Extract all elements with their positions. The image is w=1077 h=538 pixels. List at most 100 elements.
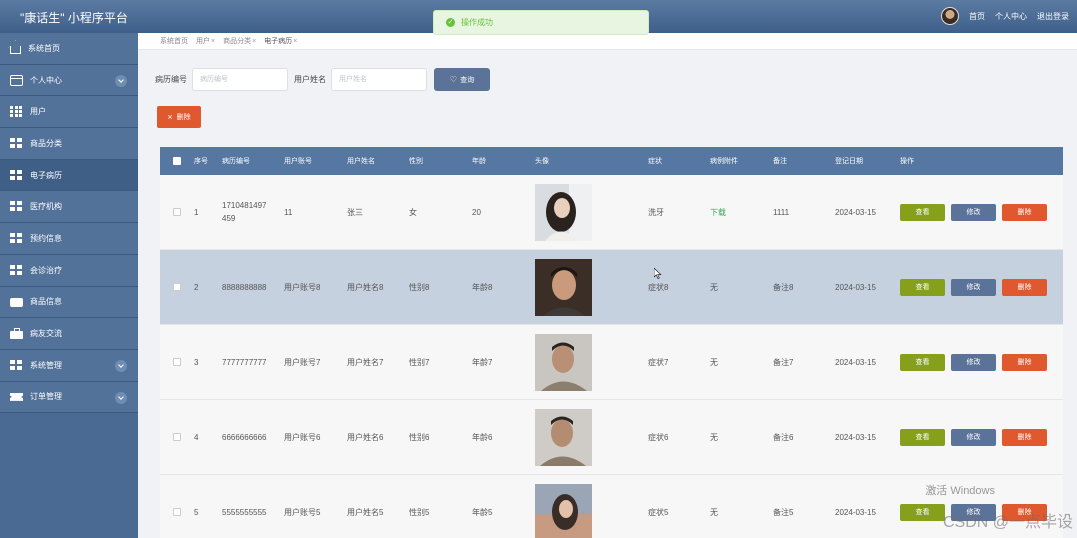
cell-date: 2024-03-15 <box>835 432 876 442</box>
tab-label: 系统首页 <box>160 38 188 45</box>
cell-symptom: 症状8 <box>648 282 669 292</box>
query-button[interactable]: ♡ 查询 <box>434 68 490 91</box>
column-header: 用户账号 <box>284 158 312 165</box>
sidebar-item-appointments[interactable]: 预约信息 <box>0 223 138 255</box>
close-icon[interactable]: × <box>293 38 297 45</box>
user-name-label: 用户姓名 <box>294 75 326 84</box>
sidebar-item-profile[interactable]: 个人中心 <box>0 64 138 97</box>
sidebar-item-consultation[interactable]: 会诊治疗 <box>0 254 138 287</box>
table-row[interactable]: 1 1710481497 459 11 张三 女 20 洗牙 下载 1111 20… <box>160 175 1063 250</box>
view-button[interactable]: 查看 <box>900 428 945 446</box>
cell-name: 用户姓名8 <box>347 282 384 292</box>
sidebar-item-label: 订单管理 <box>30 392 62 402</box>
sidebar-item-products[interactable]: 商品信息 <box>0 286 138 319</box>
record-id-input[interactable] <box>192 68 288 91</box>
cell-account: 用户账号8 <box>284 282 321 292</box>
edit-button[interactable]: 修改 <box>951 203 996 221</box>
edit-button[interactable]: 修改 <box>951 428 996 446</box>
watermark: 激活 Windows CSDN @一点毕设 <box>925 485 1073 532</box>
sidebar-item-community[interactable]: 病友交流 <box>0 318 138 350</box>
close-icon[interactable]: × <box>211 38 215 45</box>
sidebar-item-institutions[interactable]: 医疗机构 <box>0 191 138 224</box>
cell-note: 备注5 <box>773 507 794 517</box>
sidebar-item-home[interactable]: 系统首页 <box>0 33 138 65</box>
tab-home[interactable]: 系统首页 <box>160 36 188 46</box>
header-link-logout[interactable]: 退出登录 <box>1037 11 1069 22</box>
avatar-photo <box>535 408 592 466</box>
sidebar-item-label: 医疗机构 <box>30 202 62 212</box>
cell-attachment: 无 <box>710 507 718 517</box>
delete-button[interactable]: 删除 <box>1002 353 1047 371</box>
cell-attachment: 无 <box>710 432 718 442</box>
tab-label: 电子病历 <box>264 38 293 45</box>
cell-symptom: 洗牙 <box>648 207 664 217</box>
cell-sex: 女 <box>409 207 417 217</box>
cell-no: 1 <box>194 207 199 217</box>
edit-button[interactable]: 修改 <box>951 353 996 371</box>
row-checkbox[interactable] <box>173 508 181 516</box>
cell-name: 用户姓名5 <box>347 507 384 517</box>
select-all-checkbox[interactable] <box>173 157 181 165</box>
grid-icon <box>10 359 23 371</box>
sidebar-item-system[interactable]: 系统管理 <box>0 349 138 382</box>
tab-bar: 系统首页 用户× 商品分类× 电子病历× <box>138 33 1077 50</box>
row-checkbox[interactable] <box>173 208 181 216</box>
table-header: 序号 病历编号 用户账号 用户姓名 性别 年龄 头像 症状 病例附件 备注 登记… <box>160 147 1063 175</box>
user-avatar[interactable] <box>941 7 959 25</box>
sidebar-item-label: 系统管理 <box>30 360 62 370</box>
chevron-down-icon <box>115 359 127 372</box>
tab-medical-records[interactable]: 电子病历× <box>264 36 297 46</box>
cell-note: 备注8 <box>773 282 794 292</box>
cell-record-id: 5555555555 <box>222 507 267 517</box>
user-name-input[interactable] <box>331 68 427 91</box>
sidebar-item-label: 系统首页 <box>28 43 60 53</box>
avatar-photo <box>535 183 592 241</box>
cell-date: 2024-03-15 <box>835 207 876 217</box>
table-row[interactable]: 3 7777777777 用户账号7 用户姓名7 性别7 年龄7 症状7 无 备… <box>160 325 1063 400</box>
header-link-home[interactable]: 首页 <box>969 11 985 22</box>
sidebar-item-label: 预约信息 <box>30 233 62 243</box>
view-button[interactable]: 查看 <box>900 353 945 371</box>
sidebar-item-label: 病友交流 <box>30 329 62 339</box>
delete-button[interactable]: 删除 <box>1002 278 1047 296</box>
grid-icon <box>10 232 23 244</box>
table-row[interactable]: 2 8888888888 用户账号8 用户姓名8 性别8 年龄8 症状8 无 备… <box>160 250 1063 325</box>
sidebar-item-label: 商品分类 <box>30 138 62 148</box>
batch-delete-button[interactable]: × 删除 <box>157 106 201 128</box>
cell-note: 备注6 <box>773 432 794 442</box>
row-checkbox[interactable] <box>173 283 181 291</box>
sidebar-item-label: 电子病历 <box>30 170 62 180</box>
sidebar: 系统首页 个人中心 用户 商品分类 电子病历 医疗机构 预约信息 会诊治疗 商品… <box>0 33 138 538</box>
download-link[interactable]: 下载 <box>710 208 726 217</box>
chevron-down-icon <box>115 74 127 87</box>
table-row[interactable]: 4 6666666666 用户账号6 用户姓名6 性别6 年龄6 症状6 无 备… <box>160 400 1063 475</box>
edit-button[interactable]: 修改 <box>951 278 996 296</box>
cell-attachment: 无 <box>710 357 718 367</box>
view-button[interactable]: 查看 <box>900 203 945 221</box>
close-icon[interactable]: × <box>252 38 256 45</box>
heart-icon: ♡ <box>449 75 458 84</box>
tab-categories[interactable]: 商品分类× <box>223 36 256 46</box>
row-checkbox[interactable] <box>173 358 181 366</box>
tab-users[interactable]: 用户× <box>196 36 215 46</box>
cell-age: 20 <box>472 207 481 217</box>
sidebar-item-orders[interactable]: 订单管理 <box>0 381 138 414</box>
column-header: 性别 <box>409 158 423 165</box>
sidebar-item-users[interactable]: 用户 <box>0 96 138 129</box>
delete-button[interactable]: 删除 <box>1002 428 1047 446</box>
row-checkbox[interactable] <box>173 433 181 441</box>
sidebar-item-medical-records[interactable]: 电子病历 <box>0 159 138 192</box>
view-button[interactable]: 查看 <box>900 503 945 521</box>
sidebar-item-categories[interactable]: 商品分类 <box>0 128 138 160</box>
sidebar-item-label: 商品信息 <box>30 297 62 307</box>
cell-date: 2024-03-15 <box>835 507 876 517</box>
cell-date: 2024-03-15 <box>835 282 876 292</box>
view-button[interactable]: 查看 <box>900 278 945 296</box>
cell-no: 5 <box>194 507 199 517</box>
header-link-profile[interactable]: 个人中心 <box>995 11 1027 22</box>
delete-button[interactable]: 删除 <box>1002 203 1047 221</box>
cell-sex: 性别8 <box>409 282 430 292</box>
tab-label: 用户 <box>196 38 210 45</box>
cell-note: 1111 <box>773 207 790 217</box>
window-icon <box>10 74 23 86</box>
